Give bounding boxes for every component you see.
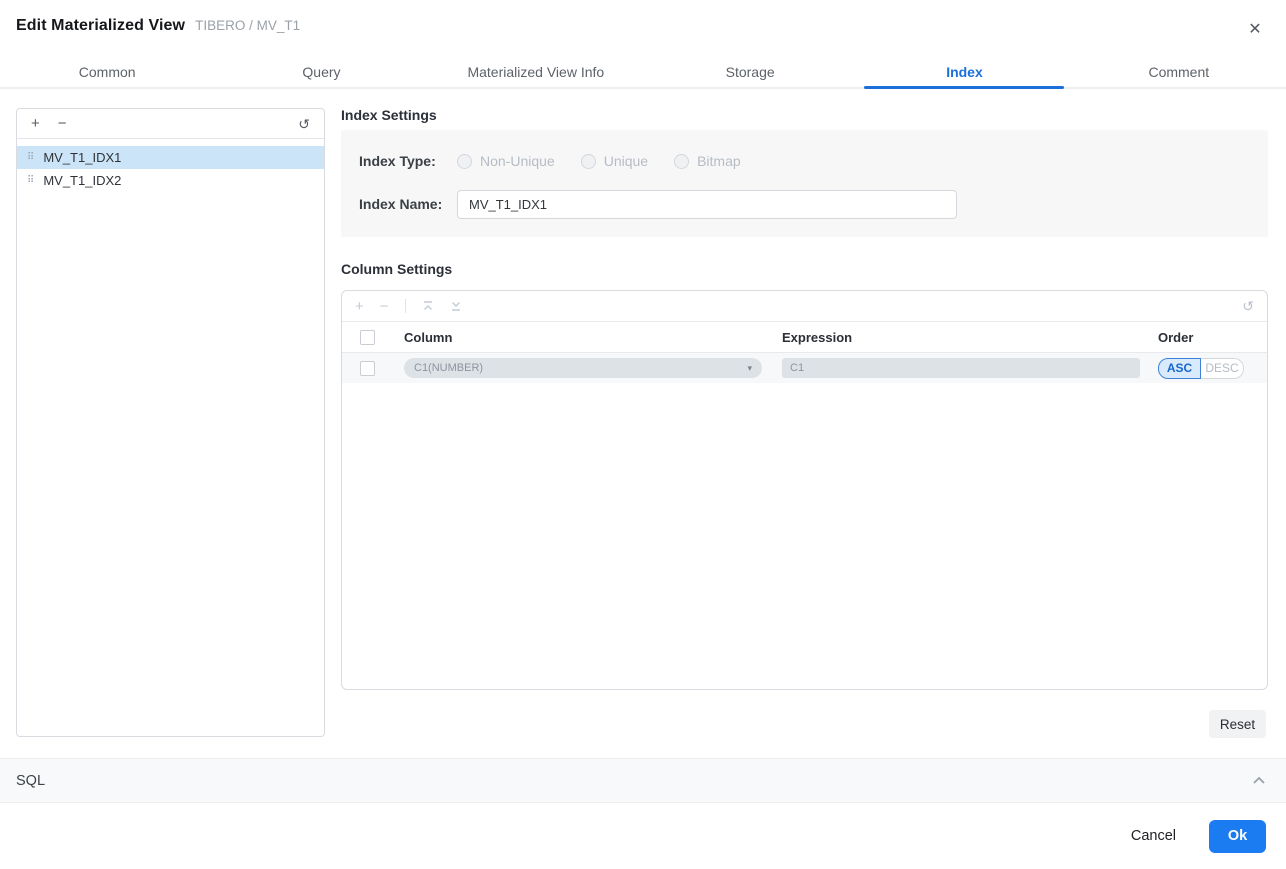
radio-unique[interactable]: Unique [580, 153, 649, 169]
radio-icon [580, 153, 596, 169]
column-settings-panel: + − ↺ Column Expression Order C1(NUMBER)… [341, 290, 1268, 690]
tab-common[interactable]: Common [0, 58, 214, 87]
column-header: Column [404, 329, 453, 345]
reset-button[interactable]: Reset [1209, 710, 1266, 738]
tab-comment[interactable]: Comment [1072, 58, 1286, 87]
index-name-row: Index Name: [359, 189, 1250, 219]
close-button[interactable]: ✕ [1244, 18, 1266, 40]
move-to-bottom-icon [451, 302, 460, 311]
tab-storage[interactable]: Storage [643, 58, 857, 87]
minus-icon: − [57, 115, 67, 132]
column-dropdown-value: C1(NUMBER) [414, 362, 484, 374]
desc-button[interactable]: DESC [1201, 357, 1244, 379]
index-settings-title: Index Settings [341, 107, 437, 123]
move-to-top-icon [423, 301, 432, 310]
radio-non-unique[interactable]: Non-Unique [457, 153, 555, 169]
index-type-label: Index Type: [359, 153, 436, 169]
expression-header: Expression [782, 329, 853, 345]
index-list-toolbar: + − ↺ [17, 109, 324, 139]
index-item-label: MV_T1_IDX2 [43, 173, 122, 188]
index-list: ⠿ MV_T1_IDX1 ⠿ MV_T1_IDX2 [17, 139, 324, 192]
asc-button[interactable]: ASC [1158, 357, 1201, 379]
index-settings-panel: Index Type: Non-Unique Unique Bitmap Ind… [341, 130, 1268, 237]
sql-section-header[interactable]: SQL [0, 758, 1286, 803]
column-table-row: C1(NUMBER) ▾ C1 ASC DESC [342, 353, 1267, 383]
close-icon: ✕ [1248, 21, 1262, 38]
radio-bitmap[interactable]: Bitmap [674, 153, 741, 169]
radio-icon [457, 153, 472, 169]
minus-icon: − [379, 297, 389, 315]
refresh-icon: ↺ [298, 115, 310, 132]
chevron-up-icon [1253, 776, 1265, 784]
refresh-index-list-button[interactable]: ↺ [298, 117, 310, 131]
index-list-item-mv-t1-idx2[interactable]: ⠿ MV_T1_IDX2 [17, 169, 324, 192]
tab-query[interactable]: Query [214, 58, 428, 87]
column-settings-title: Column Settings [341, 261, 453, 277]
index-item-label: MV_T1_IDX1 [43, 150, 122, 165]
dialog-title: Edit Materialized View [16, 17, 186, 34]
tab-index[interactable]: Index [857, 58, 1071, 87]
radio-bitmap-label: Bitmap [697, 153, 741, 169]
dialog-footer: Cancel Ok [0, 803, 1286, 869]
radio-unique-label: Unique [603, 153, 649, 169]
column-dropdown[interactable]: C1(NUMBER) ▾ [404, 358, 762, 378]
radio-non-unique-label: Non-Unique [480, 153, 555, 169]
index-type-row: Index Type: Non-Unique Unique Bitmap [359, 146, 1250, 176]
tab-bar: Common Query Materialized View Info Stor… [0, 58, 1286, 89]
column-settings-toolbar: + − ↺ [342, 291, 1267, 322]
plus-icon: + [355, 297, 364, 315]
select-all-checkbox[interactable] [360, 329, 375, 345]
order-toggle: ASC DESC [1158, 357, 1267, 379]
refresh-columns-button[interactable]: ↺ [1242, 299, 1254, 313]
plus-icon: + [31, 115, 40, 132]
index-name-label: Index Name: [359, 196, 443, 212]
index-name-input[interactable] [457, 189, 957, 219]
drag-handle-icon[interactable]: ⠿ [27, 152, 34, 163]
ok-button[interactable]: Ok [1209, 819, 1266, 853]
row-checkbox[interactable] [360, 360, 375, 376]
move-to-top-button[interactable] [422, 300, 434, 312]
dialog-header: Edit Materialized View TIBERO / MV_T1 [16, 17, 300, 35]
remove-index-button[interactable]: − [58, 116, 67, 131]
sql-section-label: SQL [16, 772, 46, 789]
cancel-button[interactable]: Cancel [1131, 828, 1176, 844]
expression-value: C1 [790, 362, 805, 374]
radio-icon [674, 153, 690, 169]
tab-materialized-view-info[interactable]: Materialized View Info [429, 58, 643, 87]
toolbar-divider [404, 299, 406, 313]
order-header: Order [1158, 329, 1194, 345]
drag-handle-icon[interactable]: ⠿ [27, 175, 34, 186]
index-type-radio-group: Non-Unique Unique Bitmap [457, 153, 741, 169]
move-to-bottom-button[interactable] [450, 300, 462, 312]
expression-field[interactable]: C1 [782, 358, 1140, 378]
collapse-toggle[interactable] [1252, 776, 1266, 785]
dialog-subtitle: TIBERO / MV_T1 [195, 18, 301, 33]
index-list-item-mv-t1-idx1[interactable]: ⠿ MV_T1_IDX1 [17, 146, 324, 169]
add-column-button[interactable]: + [355, 299, 364, 314]
add-index-button[interactable]: + [31, 116, 40, 131]
remove-column-button[interactable]: − [380, 299, 389, 314]
column-table-header: Column Expression Order [342, 322, 1267, 353]
chevron-down-icon: ▾ [747, 362, 752, 373]
index-list-panel: + − ↺ ⠿ MV_T1_IDX1 ⠿ MV_T1_IDX2 [16, 108, 325, 737]
refresh-icon: ↺ [1242, 298, 1254, 314]
